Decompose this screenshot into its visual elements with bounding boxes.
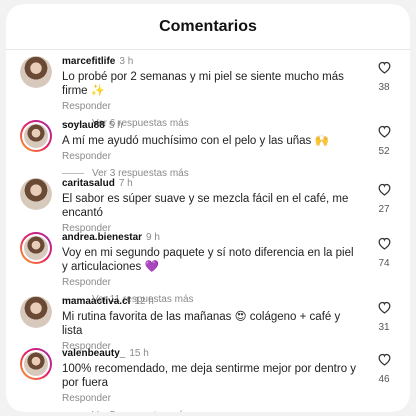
- comments-sheet: Comentarios marcefitlife 3 h Lo probé por…: [6, 4, 410, 412]
- comment-text: Voy en mi segundo paquete y sí noto dife…: [62, 247, 354, 273]
- like-button[interactable]: 74: [372, 236, 396, 269]
- comment-time: 15 h: [129, 348, 149, 359]
- comment-body: soylau88 5 h A mí me ayudó muchísimo con …: [62, 120, 362, 179]
- comment-time: 7 h: [118, 178, 133, 189]
- comment-text: A mí me ayudó muchísimo con el pelo y la…: [62, 135, 329, 147]
- comment-body: andrea.bienestar 9 h Voy en mi segundo pa…: [62, 232, 362, 305]
- comment-text: Mi rutina favorita de las mañanas 😍 colá…: [62, 311, 341, 337]
- heart-icon: [372, 236, 396, 250]
- like-button[interactable]: 31: [372, 300, 396, 333]
- avatar[interactable]: [20, 296, 52, 328]
- comment-time: 3 h: [119, 56, 134, 67]
- view-more-replies-label: Ver 5 respuestas más: [92, 410, 189, 412]
- comment-body: mamaactiva.cl 12 h Mi rutina favorita de …: [62, 296, 362, 352]
- like-count: 31: [378, 322, 390, 333]
- comment-time: 12 h: [134, 296, 154, 307]
- like-button[interactable]: 46: [372, 352, 396, 385]
- comment-username[interactable]: marcefitlife: [62, 56, 115, 67]
- like-count: 38: [378, 82, 390, 93]
- comment-text: El sabor es súper suave y se mezcla fáci…: [62, 193, 349, 219]
- divider: [62, 173, 84, 174]
- reply-button[interactable]: Responder: [62, 393, 362, 404]
- avatar[interactable]: [20, 56, 52, 88]
- comment-username[interactable]: valenbeauty_: [62, 348, 125, 359]
- like-count: 46: [378, 374, 390, 385]
- comment-body: caritasalud 7 h El sabor es súper suave y…: [62, 178, 362, 234]
- comment-username[interactable]: caritasalud: [62, 178, 115, 189]
- like-button[interactable]: 52: [372, 124, 396, 157]
- comment-body: valenbeauty_ 15 h 100% recomendado, me de…: [62, 348, 362, 412]
- like-button[interactable]: 27: [372, 182, 396, 215]
- avatar[interactable]: [20, 120, 52, 152]
- view-more-replies[interactable]: Ver 5 respuestas más: [62, 410, 362, 412]
- comment-text: Lo probé por 2 semanas y mi piel se sien…: [62, 71, 344, 97]
- reply-button[interactable]: Responder: [62, 101, 362, 112]
- comment-body: marcefitlife 3 h Lo probé por 2 semanas y…: [62, 56, 362, 129]
- heart-icon: [372, 60, 396, 74]
- reply-button[interactable]: Responder: [62, 151, 362, 162]
- heart-icon: [372, 124, 396, 138]
- comment-username[interactable]: mamaactiva.cl: [62, 296, 130, 307]
- comment-username[interactable]: andrea.bienestar: [62, 232, 142, 243]
- like-count: 52: [378, 146, 390, 157]
- comment-text: 100% recomendado, me deja sentirme mejor…: [62, 363, 357, 389]
- heart-icon: [372, 352, 396, 366]
- avatar[interactable]: [20, 232, 52, 264]
- avatar[interactable]: [20, 348, 52, 380]
- heart-icon: [372, 182, 396, 196]
- sheet-header: Comentarios: [6, 4, 410, 50]
- like-count: 74: [378, 258, 390, 269]
- page-title: Comentarios: [159, 17, 257, 35]
- avatar[interactable]: [20, 178, 52, 210]
- like-button[interactable]: 38: [372, 60, 396, 93]
- heart-icon: [372, 300, 396, 314]
- comment-username[interactable]: soylau88: [62, 120, 105, 131]
- comment-time: 5 h: [108, 120, 123, 131]
- reply-button[interactable]: Responder: [62, 277, 362, 288]
- comment-time: 9 h: [146, 232, 160, 243]
- like-count: 27: [378, 204, 390, 215]
